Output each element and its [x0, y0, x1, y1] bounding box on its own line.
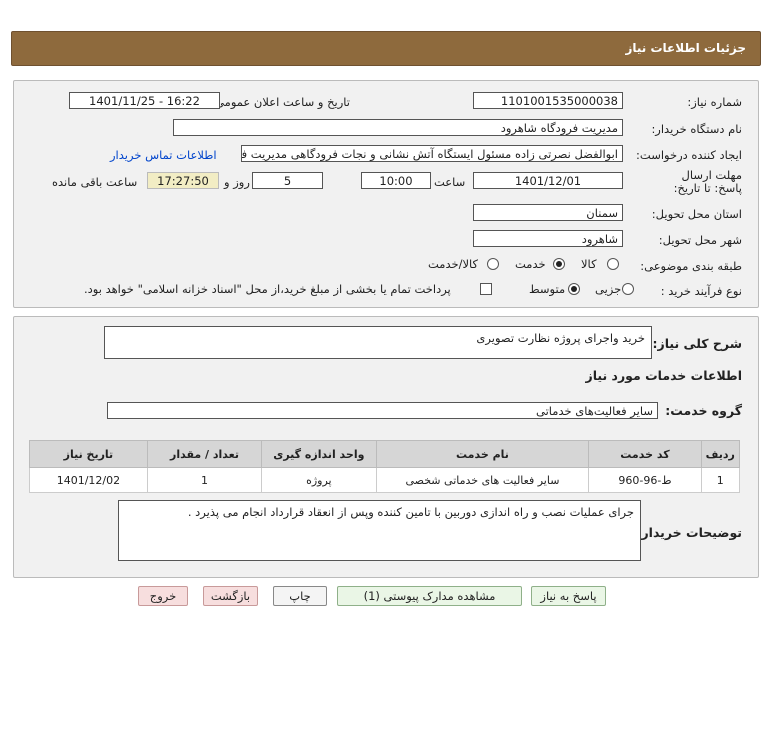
purchase-option-minor: جزیی [595, 282, 622, 296]
col-unit: واحد اندازه گیری [261, 440, 377, 468]
province-label: استان محل تحویل: [651, 207, 742, 221]
col-need-date: تاریخ نیاز [29, 440, 148, 468]
print-button[interactable]: چاپ [273, 586, 327, 606]
cell-need-date: 1401/12/02 [29, 467, 148, 493]
need-number-label: شماره نیاز: [687, 95, 742, 109]
category-label: طبقه بندی موضوعی: [640, 259, 742, 273]
table-row: 1 ط-96-960 سایر فعالیت های خدماتی شخصی پ… [29, 467, 740, 493]
buyer-contact-link[interactable]: اطلاعات تماس خریدار [110, 148, 217, 162]
creator-label: ایجاد کننده درخواست: [636, 148, 742, 162]
deadline-time-field: 10:00 [361, 172, 431, 189]
col-service-name: نام خدمت [375, 440, 590, 468]
col-quantity: تعداد / مقدار [146, 440, 263, 468]
buyer-org-label: نام دستگاه خریدار: [651, 122, 742, 136]
cell-service-name: سایر فعالیت های خدماتی شخصی [375, 467, 590, 493]
cell-service-code: ط-96-960 [588, 467, 702, 493]
view-attachments-button[interactable]: مشاهده مدارک پیوستی (1) [337, 586, 522, 606]
deadline-date-field: 1401/12/01 [473, 172, 623, 189]
services-heading: اطلاعات خدمات مورد نیاز [585, 368, 743, 383]
treasury-payment-note: پرداخت تمام یا بخشی از مبلغ خرید،از محل … [84, 282, 451, 296]
purchase-radio-minor[interactable] [622, 283, 634, 295]
province-field: سمنان [473, 204, 623, 221]
category-option-goods-service: کالا/خدمت [428, 257, 479, 271]
page-header: جزئیات اطلاعات نیاز [11, 31, 761, 66]
summary-label: شرح کلی نیاز: [652, 336, 742, 351]
city-field: شاهرود [473, 230, 623, 247]
category-option-service: خدمت [515, 257, 546, 271]
purchase-option-medium: متوسط [529, 282, 566, 296]
buyer-notes-box: جرای عملیات نصب و راه اندازی دوربین با ت… [118, 500, 641, 561]
buyer-org-field: مدیریت فرودگاه شاهرود [173, 119, 623, 136]
table-header-row: ردیف کد خدمت نام خدمت واحد اندازه گیری ت… [29, 440, 740, 468]
remaining-time-field: 17:27:50 [147, 172, 219, 189]
creator-field: ابوالفضل نصرتی زاده مسئول ایستگاه آتش نش… [241, 145, 623, 162]
service-group-label: گروه خدمت: [665, 403, 742, 418]
buyer-notes-label: توضیحات خریدار: [636, 525, 742, 540]
cell-quantity: 1 [146, 467, 263, 493]
announce-datetime-field: 1401/11/25 - 16:22 [69, 92, 220, 109]
summary-box: خرید واجرای پروژه نظارت تصویری [104, 326, 652, 359]
deadline-label: مهلت ارسال پاسخ: تا تاریخ: [673, 168, 742, 195]
services-table: ردیف کد خدمت نام خدمت واحد اندازه گیری ت… [29, 440, 740, 493]
col-row-number: ردیف [700, 440, 740, 468]
col-service-code: کد خدمت [588, 440, 702, 468]
reply-button[interactable]: پاسخ به نیاز [531, 586, 606, 606]
category-option-goods: کالا [581, 257, 597, 271]
need-number-field: 1101001535000038 [473, 92, 623, 109]
city-label: شهر محل تحویل: [658, 233, 742, 247]
purchase-radio-medium[interactable] [568, 283, 580, 295]
category-radio-goods-service[interactable] [487, 258, 499, 270]
cell-unit: پروژه [261, 467, 377, 493]
service-group-field: سایر فعالیت‌های خدماتی [107, 402, 658, 419]
remaining-days-field: 5 [252, 172, 323, 189]
treasury-payment-checkbox[interactable] [480, 283, 492, 295]
category-radio-service[interactable] [553, 258, 565, 270]
exit-button[interactable]: خروج [138, 586, 188, 606]
announce-datetime-label: تاریخ و ساعت اعلان عمومی: [211, 95, 350, 109]
category-radio-goods[interactable] [607, 258, 619, 270]
remaining-time-label: ساعت باقی مانده [52, 175, 138, 189]
purchase-type-label: نوع فرآیند خرید : [660, 284, 742, 298]
need-info-panel [13, 80, 759, 308]
cell-row-number: 1 [700, 467, 740, 493]
page-title: جزئیات اطلاعات نیاز [625, 41, 746, 55]
back-button[interactable]: بازگشت [203, 586, 258, 606]
days-label: روز و [224, 175, 250, 189]
deadline-time-label: ساعت [434, 175, 466, 189]
